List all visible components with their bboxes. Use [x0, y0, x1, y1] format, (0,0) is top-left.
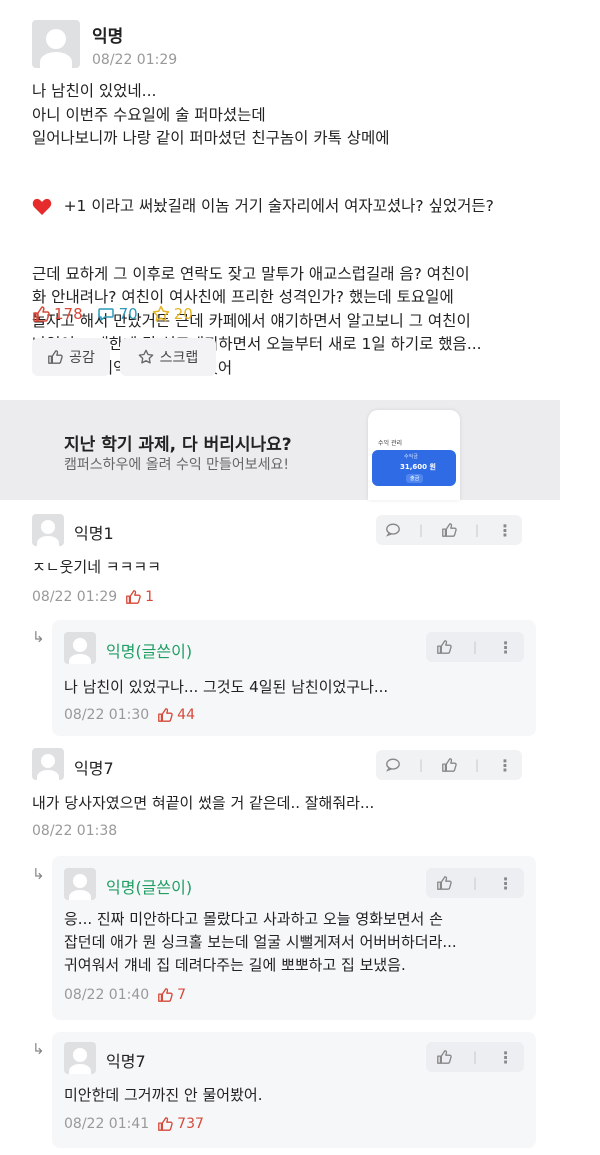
ad-phone-card: 수익금 31,600 원 출금: [372, 450, 456, 486]
comment-actions: | ⋮: [426, 868, 524, 898]
ad-phone-header: 수익 관리: [378, 440, 402, 447]
comment-like-count: 7: [177, 987, 187, 1003]
comment-icon: [97, 305, 115, 323]
star-icon: [138, 349, 154, 365]
comment-like-count: 737: [177, 1116, 204, 1132]
ad-banner[interactable]: 지난 학기 과제, 다 버리시나요? 캠퍼스하우에 올려 수익 만들어보세요! …: [0, 400, 560, 500]
ad-phone-image: 수익 관리 수익금 31,600 원 출금: [368, 410, 460, 500]
comment-avatar: [64, 632, 96, 664]
post-line: 아니 이번주 수요일에 술 퍼마셨는데: [32, 105, 266, 124]
thumbs-up-icon: [157, 987, 173, 1003]
like-comment-button[interactable]: [436, 875, 453, 891]
more-icon[interactable]: ⋮: [497, 756, 513, 775]
comment-timestamp: 08/22 01:41: [64, 1116, 150, 1132]
comment-author: 익명7: [106, 1052, 146, 1071]
comment-text: 내가 당사자였으면 혀끝이 썼을 거 같은데.. 잘해줘라...: [32, 794, 375, 812]
comment-avatar: [64, 868, 96, 900]
comment-timestamp: 08/22 01:38: [32, 823, 118, 839]
comment-actions: | ⋮: [426, 632, 524, 662]
divider: |: [418, 758, 423, 772]
post-line: 근데 묘하게 그 이후로 연락도 잦고 말투가 애교스럽길래 음? 여친이: [32, 264, 470, 283]
thumbs-up-icon: [32, 305, 50, 323]
divider: |: [474, 523, 479, 537]
comment-author: 익명1: [74, 524, 114, 543]
reply-card: 익명7 | ⋮ 미안한데 그거까진 안 물어봤어. 08/22 01:41 73…: [52, 1032, 536, 1148]
scrap-count: 20: [173, 305, 193, 323]
comment-meta: 08/22 01:41 737: [64, 1116, 204, 1132]
comment-author: 익명(글쓴이): [106, 642, 193, 661]
post-line: 술 취해서 기억삭제당한 거였어: [32, 357, 572, 381]
reply-button[interactable]: [385, 522, 401, 538]
post-line: 나 남친이 있었네...: [32, 82, 157, 100]
comment-avatar: [32, 748, 64, 780]
comment-meta: 08/22 01:30 44: [64, 707, 195, 723]
scrap-button[interactable]: 스크랩: [120, 338, 216, 376]
divider: |: [472, 876, 477, 890]
comment-text: ㅈㄴ웃기네 ㅋㅋㅋㅋ: [32, 558, 161, 576]
thumbs-up-icon: [157, 1116, 173, 1132]
comment-line: 잡던데 애가 뭔 싱크홀 보는데 얼굴 시뻘게져서 어버버하더라...: [64, 933, 457, 951]
post-line: +1 이라고 써놨길래 이놈 거기 술자리에서 여자꼬셨나? 싶었거든?: [32, 151, 572, 263]
comment-line: 응... 진짜 미안하다고 몰랐다고 사과하고 오늘 영화보면서 손: [64, 910, 443, 928]
thumbs-up-icon: [157, 707, 173, 723]
ad-subtitle: 캠퍼스하우에 올려 수익 만들어보세요!: [64, 457, 290, 473]
comment-line: 귀여워서 걔네 집 데려다주는 길에 뽀뽀하고 집 보냈음.: [64, 956, 406, 974]
comment-meta: 08/22 01:40 7: [64, 987, 186, 1003]
divider: |: [418, 523, 423, 537]
reply-card: 익명(글쓴이) | ⋮ 나 남친이 있었구나... 그것도 4일된 남친이었구나…: [52, 620, 536, 736]
reply-button[interactable]: [385, 757, 401, 773]
red-heart-icon: [32, 151, 62, 263]
more-icon[interactable]: ⋮: [498, 874, 514, 893]
reply-arrow-icon: ↳: [32, 865, 45, 883]
post-line: 일어나보니까 나랑 같이 퍼마셨던 친구놈이 카톡 상메에: [32, 129, 390, 147]
like-comment-button[interactable]: [436, 1049, 453, 1065]
star-icon: [152, 305, 170, 323]
more-icon[interactable]: ⋮: [498, 638, 514, 657]
comment-actions: | | ⋮: [376, 750, 522, 780]
comment-timestamp: 08/22 01:30: [64, 707, 150, 723]
divider: |: [472, 1050, 477, 1064]
comment-like-count: 1: [145, 589, 155, 605]
like-comment-button[interactable]: [441, 522, 457, 538]
post-author-avatar: [32, 20, 80, 68]
post-author-name: 익명: [92, 27, 124, 47]
like-comment-button[interactable]: [436, 639, 453, 655]
comment-actions: | | ⋮: [376, 515, 522, 545]
comment-text: 응... 진짜 미안하다고 몰랐다고 사과하고 오늘 영화보면서 손 잡던데 애…: [64, 908, 457, 977]
comment-meta: 08/22 01:29 1: [32, 589, 154, 605]
more-icon[interactable]: ⋮: [497, 521, 513, 540]
thumbs-up-icon: [47, 349, 63, 365]
reply-arrow-icon: ↳: [32, 628, 45, 646]
post-timestamp: 08/22 01:29: [92, 52, 178, 68]
like-button[interactable]: 공감: [32, 338, 110, 376]
comment-avatar: [32, 514, 64, 546]
post-body: 나 남친이 있었네... 아니 이번주 수요일에 술 퍼마셨는데 일어나보니까 …: [32, 80, 572, 380]
like-count: 178: [54, 305, 83, 323]
comment-count: 70: [118, 305, 138, 323]
divider: |: [474, 758, 479, 772]
more-icon[interactable]: ⋮: [498, 1048, 514, 1067]
reply-arrow-icon: ↳: [32, 1040, 45, 1058]
reply-card: 익명(글쓴이) | ⋮ 응... 진짜 미안하다고 몰랐다고 사과하고 오늘 영…: [52, 856, 536, 1020]
ad-title: 지난 학기 과제, 다 버리시나요?: [64, 435, 292, 455]
like-comment-button[interactable]: [441, 757, 457, 773]
comment-author: 익명7: [74, 759, 114, 778]
comment-text: 미안한데 그거까진 안 물어봤어.: [64, 1086, 263, 1104]
comment-avatar: [64, 1042, 96, 1074]
comment-timestamp: 08/22 01:29: [32, 589, 118, 605]
thumbs-up-icon: [125, 589, 141, 605]
comment-timestamp: 08/22 01:40: [64, 987, 150, 1003]
comment-author: 익명(글쓴이): [106, 878, 193, 897]
divider: |: [472, 640, 477, 654]
comment-like-count: 44: [177, 707, 195, 723]
comment-actions: | ⋮: [426, 1042, 524, 1072]
post-stats: 178 70 20: [32, 305, 193, 323]
comment-text: 나 남친이 있었구나... 그것도 4일된 남친이었구나...: [64, 678, 389, 696]
post-line: 나였어... 걔한테 걍 석고대죄하면서 오늘부터 새로 1일 하기로 했음..…: [32, 335, 482, 353]
